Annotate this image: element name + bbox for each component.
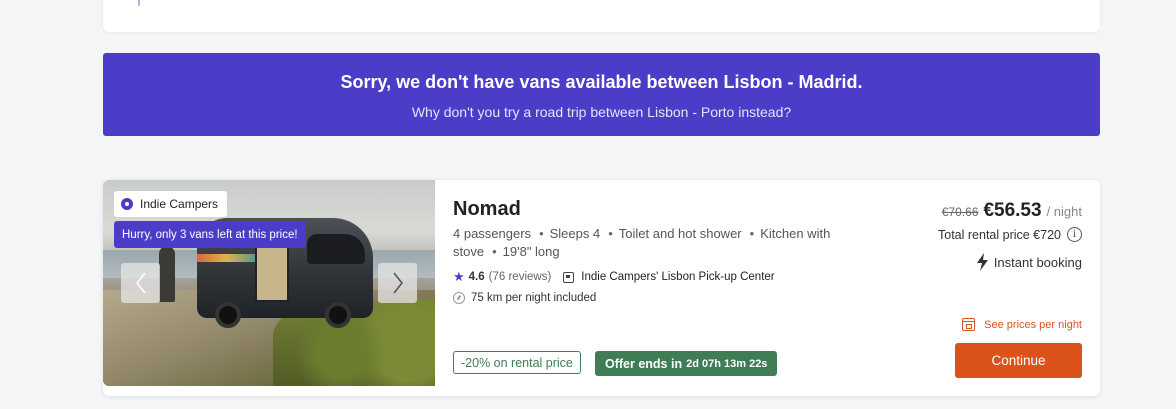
feature-separator: • — [492, 244, 497, 259]
per-night-label: / night — [1046, 204, 1082, 219]
no-availability-banner: Sorry, we don't have vans available betw… — [103, 53, 1100, 136]
feature-separator: • — [749, 226, 755, 241]
chevron-right-icon — [392, 272, 403, 294]
van-name[interactable]: Nomad — [453, 198, 521, 221]
urgency-badge: Hurry, only 3 vans left at this price! — [114, 221, 306, 248]
feature-passengers: 4 passengers — [453, 226, 532, 241]
km-included: 75 km per night included — [471, 292, 597, 304]
review-count[interactable]: (76 reviews) — [489, 271, 552, 283]
price-line: €70.66 €56.53 / night — [942, 200, 1082, 222]
van-window — [307, 234, 365, 264]
star-icon: ★ — [453, 269, 465, 284]
rating-score: 4.6 — [468, 271, 485, 283]
next-photo-button[interactable] — [378, 263, 417, 303]
km-row: 75 km per night included — [453, 292, 596, 304]
total-price: Total rental price €720 — [938, 227, 1061, 242]
banner-subtitle: Why don't you try a road trip between Li… — [411, 104, 792, 120]
offer-label: Offer ends in — [605, 356, 683, 371]
text-cursor — [138, 0, 140, 6]
feature-sleeps: Sleeps 4 — [549, 226, 601, 241]
previous-photo-button[interactable] — [121, 263, 160, 303]
van-wheel — [215, 302, 241, 328]
pickup-location: Indie Campers' Lisbon Pick-up Center — [581, 271, 775, 283]
search-card — [103, 0, 1100, 32]
nightly-price: €56.53 — [983, 200, 1042, 221]
van-door — [255, 246, 289, 302]
feature-separator: • — [539, 226, 544, 241]
instant-booking: Instant booking — [976, 253, 1082, 271]
calendar-icon — [962, 318, 976, 331]
bolt-icon — [976, 253, 988, 271]
van-stripe — [197, 254, 255, 262]
brand-name: Indie Campers — [140, 197, 219, 211]
photo-person — [159, 246, 175, 302]
banner-title: Sorry, we don't have vans available betw… — [340, 72, 863, 92]
total-price-line: Total rental price €720 i — [938, 227, 1082, 242]
feature-toilet: Toilet and hot shower — [618, 226, 742, 241]
discount-badge: -20% on rental price — [453, 351, 581, 374]
feature-separator: • — [608, 226, 613, 241]
feature-list: 4 passengers • Sleeps 4 • Toilet and hot sho… — [453, 225, 893, 261]
info-icon[interactable]: i — [1067, 227, 1082, 242]
feature-length: 19'8" long — [502, 244, 560, 259]
van-listing-card[interactable]: Indie Campers Hurry, only 3 vans left at… — [103, 180, 1100, 396]
offer-badge: Offer ends in 2d 07h 13m 22s — [595, 351, 778, 376]
old-price: €70.66 — [941, 205, 979, 219]
rating-row: ★ 4.6 (76 reviews) Indie Campers' Lisbon… — [453, 269, 775, 285]
see-prices-link[interactable]: See prices per night — [962, 318, 1082, 331]
instant-booking-label: Instant booking — [993, 254, 1082, 270]
van-wheel — [325, 302, 351, 328]
offer-timer: 2d 07h 13m 22s — [686, 357, 768, 370]
van-photo[interactable]: Indie Campers Hurry, only 3 vans left at… — [103, 180, 435, 386]
see-prices-label: See prices per night — [984, 318, 1082, 331]
brand-pill: Indie Campers — [114, 191, 228, 217]
chevron-left-icon — [135, 272, 146, 294]
odometer-icon — [453, 292, 465, 304]
location-icon — [563, 271, 575, 283]
continue-button[interactable]: Continue — [955, 343, 1082, 378]
brand-logo-icon — [121, 198, 133, 210]
